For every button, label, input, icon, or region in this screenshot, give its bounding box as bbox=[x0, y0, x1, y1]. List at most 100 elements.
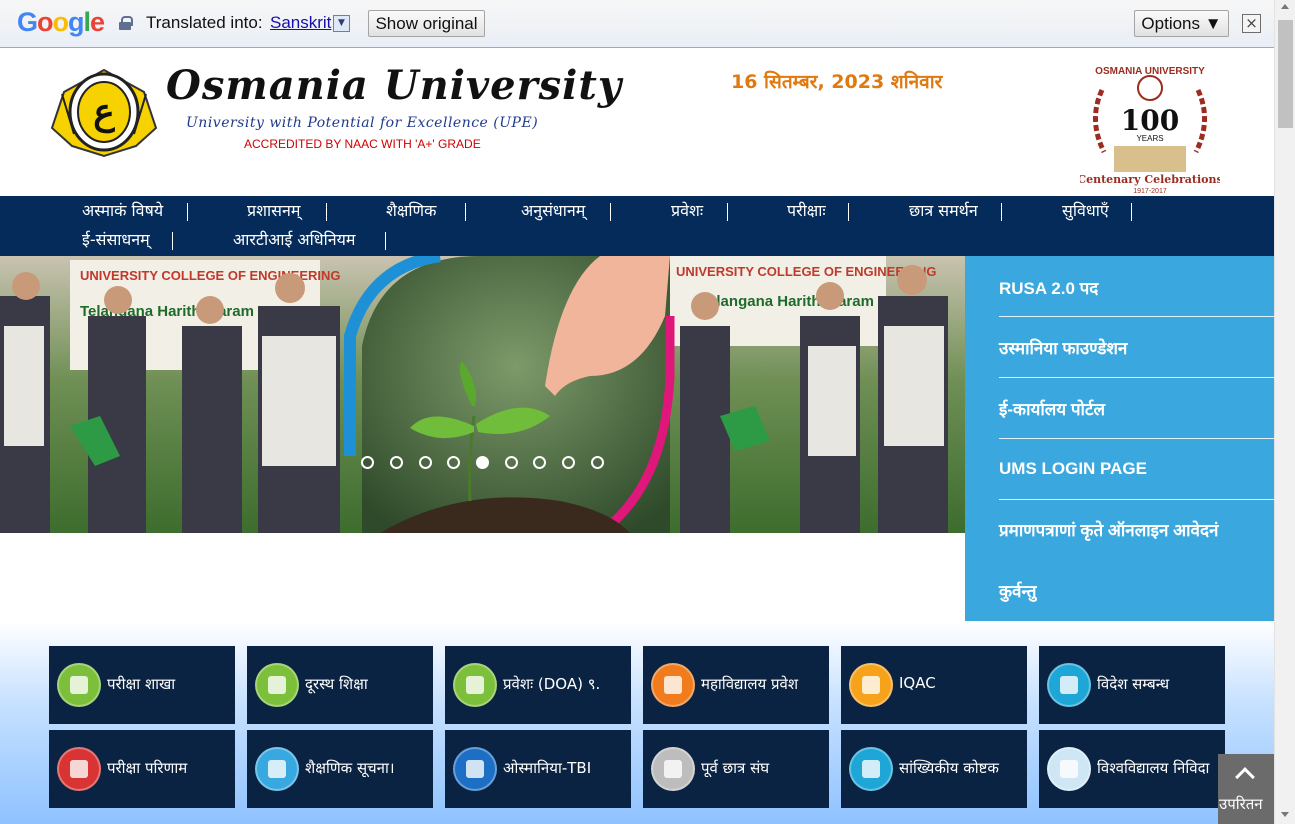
nav-item-facilities[interactable]: सुविधाएँ bbox=[1062, 200, 1109, 222]
quick-link-divider bbox=[999, 499, 1274, 500]
service-tile[interactable]: शैक्षणिक सूचना। bbox=[247, 730, 433, 808]
people-icon bbox=[453, 747, 497, 791]
service-tile[interactable]: सांख्यिकीय कोष्टक bbox=[841, 730, 1027, 808]
slider-dot[interactable] bbox=[390, 456, 403, 469]
scroll-up-icon[interactable] bbox=[1281, 4, 1289, 9]
banner-subtext-right: Telangana Harithaharam bbox=[700, 293, 874, 310]
nav-separator bbox=[465, 203, 466, 221]
close-icon[interactable]: × bbox=[1242, 14, 1261, 33]
nav-separator bbox=[1001, 203, 1002, 221]
icon-glyph bbox=[664, 760, 682, 778]
icon-glyph bbox=[70, 676, 88, 694]
pencil-icon bbox=[255, 747, 299, 791]
centenary-span: 1917-2017 bbox=[1133, 188, 1167, 194]
nav-item-student-support[interactable]: छात्र समर्थन bbox=[909, 200, 978, 222]
nav-separator bbox=[385, 232, 386, 250]
service-tile[interactable]: परीक्षा शाखा bbox=[49, 646, 235, 724]
icon-glyph bbox=[1060, 676, 1078, 694]
current-date: 16 सितम्बर, 2023 शनिवार bbox=[731, 71, 943, 93]
service-tile[interactable]: दूरस्थ शिक्षा bbox=[247, 646, 433, 724]
quick-link-certificates-cont[interactable]: कुर्वन्तु bbox=[999, 579, 1036, 602]
nav-separator bbox=[326, 203, 327, 221]
slider-image: UNIVERSITY COLLEGE OF ENGINEERING Telang… bbox=[0, 256, 965, 533]
quick-link-divider bbox=[999, 377, 1274, 378]
slider-dot[interactable] bbox=[419, 456, 432, 469]
centenary-logo-icon: OSMANIA UNIVERSITY 100 YEARS Centenary C… bbox=[1080, 66, 1220, 194]
service-tile[interactable]: IQAC bbox=[841, 646, 1027, 724]
icon-glyph bbox=[862, 760, 880, 778]
icon-glyph bbox=[268, 760, 286, 778]
graduate-icon bbox=[57, 747, 101, 791]
nav-separator bbox=[1131, 203, 1132, 221]
nav-separator bbox=[187, 203, 188, 221]
service-tile[interactable]: महाविद्यालय प्रवेश bbox=[643, 646, 829, 724]
service-tile[interactable]: ओस्मानिया-TBI bbox=[445, 730, 631, 808]
scroll-down-icon[interactable] bbox=[1281, 812, 1289, 817]
quick-link-divider bbox=[999, 316, 1274, 317]
service-tile-label: ओस्मानिया-TBI bbox=[503, 759, 592, 777]
nav-separator bbox=[172, 232, 173, 250]
quick-link-certificates[interactable]: प्रमाणपत्राणां कृते ऑनलाइन आवेदनं bbox=[999, 518, 1218, 541]
nav-item-rti-act[interactable]: आरटीआई अधिनियम bbox=[233, 229, 355, 251]
slider-dot[interactable] bbox=[505, 456, 518, 469]
slider-dots bbox=[361, 456, 611, 470]
nav-separator bbox=[848, 203, 849, 221]
nav-item-research[interactable]: अनुसंधानम् bbox=[521, 200, 585, 222]
university-seal-icon[interactable]: ع bbox=[44, 64, 164, 160]
image-slider[interactable]: UNIVERSITY COLLEGE OF ENGINEERING Telang… bbox=[0, 256, 965, 533]
airplane-icon bbox=[1047, 663, 1091, 707]
group-icon bbox=[651, 747, 695, 791]
nav-item-e-resources[interactable]: ई-संसाधनम् bbox=[82, 229, 150, 251]
centenary-label: Centenary Celebrations bbox=[1080, 173, 1220, 186]
service-tile-label: परीक्षा परिणाम bbox=[107, 759, 188, 777]
slider-dot[interactable] bbox=[533, 456, 546, 469]
back-to-top-button[interactable]: उपरितन bbox=[1218, 754, 1274, 824]
icon-glyph bbox=[466, 676, 484, 694]
service-tile[interactable]: प्रवेशः (DOA) ९. bbox=[445, 646, 631, 724]
service-tile-label: विश्वविद्यालय निविदा bbox=[1097, 759, 1210, 777]
chevron-up-icon bbox=[1235, 767, 1255, 787]
slider-dot[interactable] bbox=[447, 456, 460, 469]
nav-item-academic[interactable]: शैक्षणिक bbox=[386, 200, 436, 222]
language-dropdown-icon[interactable]: ▼ bbox=[333, 15, 350, 32]
university-title: Osmania University bbox=[166, 62, 623, 109]
nav-item-administration[interactable]: प्रशासनम् bbox=[247, 200, 300, 222]
quick-link-e-office[interactable]: ई-कार्यालय पोर्टल bbox=[999, 397, 1105, 420]
page-scrollbar[interactable] bbox=[1274, 0, 1295, 824]
quick-link-osmania-foundation[interactable]: उस्मानिया फाउण्डेशन bbox=[999, 336, 1127, 359]
slider-dot[interactable] bbox=[591, 456, 604, 469]
university-tagline: University with Potential for Excellence… bbox=[186, 115, 539, 131]
nav-item-about[interactable]: अस्माकं विषये bbox=[82, 200, 163, 222]
nav-item-admissions[interactable]: प्रवेशः bbox=[671, 200, 703, 222]
service-tile[interactable]: विश्वविद्यालय निविदा bbox=[1039, 730, 1225, 808]
service-tile[interactable]: परीक्षा परिणाम bbox=[49, 730, 235, 808]
slider-dot[interactable] bbox=[562, 456, 575, 469]
icon-glyph bbox=[466, 760, 484, 778]
site-header: ع Osmania University University with Pot… bbox=[0, 48, 1274, 196]
scroll-thumb[interactable] bbox=[1278, 20, 1293, 128]
back-to-top-label: उपरितन bbox=[1219, 795, 1263, 813]
nav-item-examinations[interactable]: परीक्षाः bbox=[787, 200, 826, 222]
minus-icon bbox=[1047, 747, 1091, 791]
service-tile[interactable]: विदेश सम्बन्ध bbox=[1039, 646, 1225, 724]
options-button[interactable]: Options ▼ bbox=[1134, 10, 1229, 37]
service-tile-label: दूरस्थ शिक्षा bbox=[305, 675, 368, 693]
show-original-button[interactable]: Show original bbox=[368, 10, 485, 37]
service-tile-label: सांख्यिकीय कोष्टक bbox=[899, 759, 999, 777]
icon-glyph bbox=[1060, 760, 1078, 778]
service-tile-label: परीक्षा शाखा bbox=[107, 675, 176, 693]
laptop-icon bbox=[255, 663, 299, 707]
form-icon bbox=[651, 663, 695, 707]
main-nav: अस्माकं विषये प्रशासनम् शैक्षणिक अनुसंधा… bbox=[0, 196, 1274, 256]
service-tile-label: शैक्षणिक सूचना। bbox=[305, 759, 395, 777]
quick-link-ums-login[interactable]: UMS LOGIN PAGE bbox=[999, 459, 1147, 479]
slider-dot[interactable] bbox=[361, 456, 374, 469]
centenary-years-text: YEARS bbox=[1136, 134, 1163, 143]
service-tile[interactable]: पूर्व छात्र संघ bbox=[643, 730, 829, 808]
slider-dot-active[interactable] bbox=[476, 456, 489, 469]
language-link[interactable]: Sanskrit bbox=[270, 13, 331, 33]
nav-separator bbox=[727, 203, 728, 221]
quick-link-rusa[interactable]: RUSA 2.0 पद bbox=[999, 276, 1098, 299]
naac-accreditation: ACCREDITED BY NAAC WITH 'A+' GRADE bbox=[244, 137, 481, 151]
service-tile-label: प्रवेशः (DOA) ९. bbox=[503, 675, 601, 693]
